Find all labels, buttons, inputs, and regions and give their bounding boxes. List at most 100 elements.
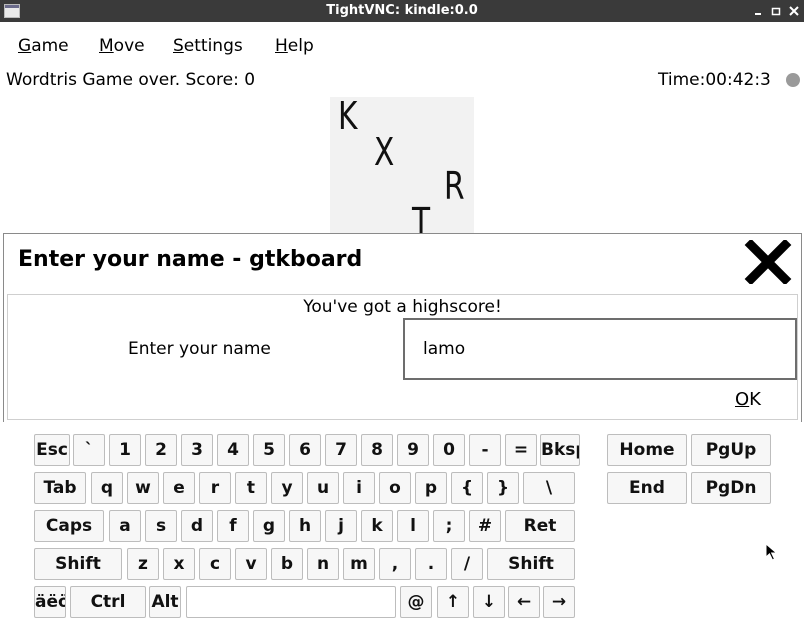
name-label: Enter your name — [128, 339, 271, 359]
key-hash[interactable]: # — [469, 510, 501, 542]
key-alt[interactable]: Alt — [149, 586, 181, 618]
key-a[interactable]: a — [109, 510, 141, 542]
key-t[interactable]: t — [235, 472, 267, 504]
key-v[interactable]: v — [235, 548, 267, 580]
key-5[interactable]: 5 — [253, 434, 285, 466]
key-e[interactable]: e — [163, 472, 195, 504]
key-esc[interactable]: Esc — [34, 434, 70, 466]
menu-move-label: ove — [113, 36, 145, 56]
key-4[interactable]: 4 — [217, 434, 249, 466]
key-g[interactable]: g — [253, 510, 285, 542]
key-return[interactable]: Ret — [505, 510, 575, 542]
menu-move[interactable]: Move — [99, 34, 145, 58]
window-title: TightVNC: kindle:0.0 — [326, 3, 478, 18]
key-at[interactable]: @ — [400, 586, 432, 618]
key-6[interactable]: 6 — [289, 434, 321, 466]
maximize-icon[interactable] — [768, 3, 784, 19]
menu-settings-label: ettings — [183, 36, 243, 56]
ok-button[interactable]: OK — [726, 386, 770, 414]
menu-game[interactable]: Game — [18, 34, 69, 58]
key-home[interactable]: Home — [607, 434, 687, 466]
board-letter: K — [338, 97, 358, 138]
key-d[interactable]: d — [181, 510, 213, 542]
key-p[interactable]: p — [415, 472, 447, 504]
window-titlebar[interactable]: TightVNC: kindle:0.0 — [0, 0, 804, 22]
key-j[interactable]: j — [325, 510, 357, 542]
key-i[interactable]: i — [343, 472, 375, 504]
key-y[interactable]: y — [271, 472, 303, 504]
key-end[interactable]: End — [607, 472, 687, 504]
key-2[interactable]: 2 — [145, 434, 177, 466]
key-backslash[interactable]: \ — [523, 472, 575, 504]
key-9[interactable]: 9 — [397, 434, 429, 466]
key-q[interactable]: q — [91, 472, 123, 504]
menu-settings-accel: S — [173, 36, 184, 56]
key-shift-right[interactable]: Shift — [487, 548, 575, 580]
key-arrow-right[interactable]: → — [543, 586, 575, 618]
menu-settings[interactable]: Settings — [173, 34, 243, 58]
menu-move-accel: M — [99, 36, 114, 56]
key-7[interactable]: 7 — [325, 434, 357, 466]
key-right-brace[interactable]: } — [487, 472, 519, 504]
key-m[interactable]: m — [343, 548, 375, 580]
key-h[interactable]: h — [289, 510, 321, 542]
key-l[interactable]: l — [397, 510, 429, 542]
game-timer: Time:00:42:3 — [658, 70, 771, 90]
ok-accel: O — [735, 389, 750, 410]
key-z[interactable]: z — [127, 548, 159, 580]
menu-help[interactable]: Help — [275, 34, 314, 58]
menu-game-label: ame — [31, 36, 69, 56]
key-equals[interactable]: = — [505, 434, 537, 466]
key-caps[interactable]: Caps — [34, 510, 104, 542]
key-shift-left[interactable]: Shift — [34, 548, 122, 580]
key-arrow-down[interactable]: ↓ — [473, 586, 505, 618]
key-o[interactable]: o — [379, 472, 411, 504]
minimize-icon[interactable] — [750, 3, 766, 19]
key-arrow-up[interactable]: ↑ — [437, 586, 469, 618]
key-backspace[interactable]: Bksp — [540, 434, 580, 466]
key-1[interactable]: 1 — [109, 434, 141, 466]
onscreen-keyboard: Esc ` 1 2 3 4 5 6 7 8 9 0 - = Bksp Home … — [0, 422, 804, 625]
highscore-dialog: Enter your name - gtkboard You've got a … — [3, 233, 802, 423]
key-3[interactable]: 3 — [181, 434, 213, 466]
key-0[interactable]: 0 — [433, 434, 465, 466]
key-b[interactable]: b — [271, 548, 303, 580]
key-space[interactable] — [186, 586, 396, 618]
ok-label: K — [749, 389, 761, 410]
key-s[interactable]: s — [145, 510, 177, 542]
menu-game-accel: G — [18, 36, 32, 56]
key-left-brace[interactable]: { — [451, 472, 483, 504]
close-window-icon[interactable] — [786, 3, 802, 19]
key-minus[interactable]: - — [469, 434, 501, 466]
menu-help-label: elp — [287, 36, 314, 56]
key-pgup[interactable]: PgUp — [691, 434, 771, 466]
timer-indicator-icon — [786, 73, 800, 87]
key-w[interactable]: w — [127, 472, 159, 504]
key-period[interactable]: . — [415, 548, 447, 580]
key-arrow-left[interactable]: ← — [508, 586, 540, 618]
board-letter: X — [374, 130, 395, 174]
close-icon[interactable] — [744, 238, 792, 286]
menu-help-accel: H — [275, 36, 288, 56]
key-tab[interactable]: Tab — [34, 472, 86, 504]
key-f[interactable]: f — [217, 510, 249, 542]
key-ctrl[interactable]: Ctrl — [70, 586, 146, 618]
game-board[interactable]: K X R T — [330, 97, 474, 235]
key-r[interactable]: r — [199, 472, 231, 504]
key-x[interactable]: x — [163, 548, 195, 580]
key-u[interactable]: u — [307, 472, 339, 504]
key-slash[interactable]: / — [451, 548, 483, 580]
name-input[interactable] — [403, 318, 797, 380]
key-k[interactable]: k — [361, 510, 393, 542]
key-semicolon[interactable]: ; — [433, 510, 465, 542]
key-pgdn[interactable]: PgDn — [691, 472, 771, 504]
key-8[interactable]: 8 — [361, 434, 393, 466]
key-c[interactable]: c — [199, 548, 231, 580]
key-comma[interactable]: , — [379, 548, 411, 580]
key-backtick[interactable]: ` — [73, 434, 105, 466]
board-letter: R — [444, 164, 465, 208]
key-accents[interactable]: äëö — [34, 586, 66, 618]
dialog-title: Enter your name - gtkboard — [18, 247, 363, 272]
board-letter: T — [412, 200, 431, 235]
key-n[interactable]: n — [307, 548, 339, 580]
